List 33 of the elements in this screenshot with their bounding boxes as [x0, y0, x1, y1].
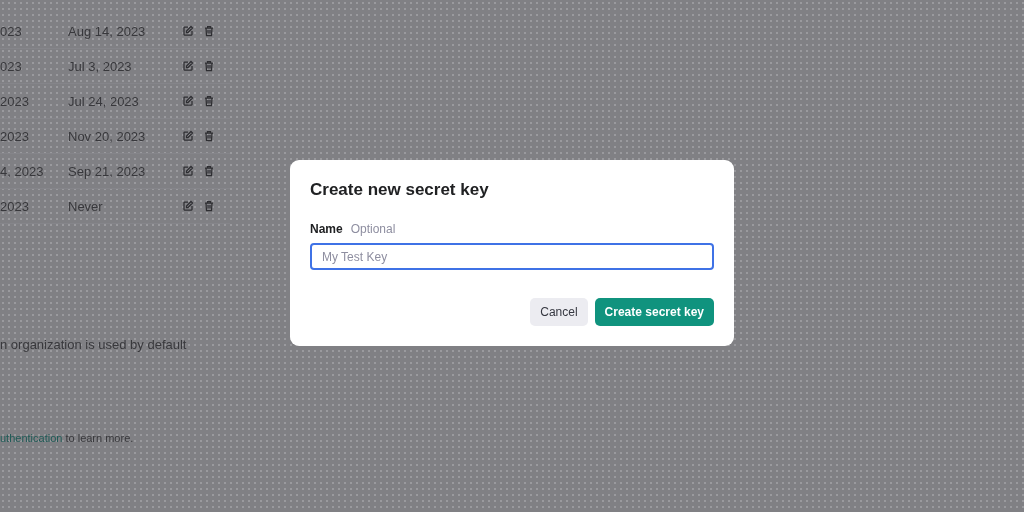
field-label: Name — [310, 222, 343, 236]
edit-icon[interactable] — [182, 25, 194, 37]
trash-icon[interactable] — [203, 95, 215, 107]
dialog-title: Create new secret key — [310, 180, 490, 200]
edit-icon[interactable] — [182, 95, 194, 107]
edit-icon[interactable] — [182, 60, 194, 72]
table-cell-text: Sep 21, 2023 — [68, 163, 147, 179]
create-button[interactable]: Create secret key — [594, 298, 714, 326]
table-cell-text: Nov 20, 2023 — [68, 128, 147, 144]
table-cell-text: Never — [68, 198, 104, 214]
auth-note: uthentication to learn more. — [0, 432, 135, 444]
table-cell-text: 2023 — [0, 93, 30, 109]
table-cell-text: Aug 14, 2023 — [68, 23, 147, 39]
table-cell-text: 2023 — [0, 198, 30, 214]
auth-link[interactable]: uthentication — [0, 432, 63, 444]
table-cell-text: 2023 — [0, 128, 30, 144]
cancel-button[interactable]: Cancel — [530, 298, 588, 326]
organization-note: n organization is used by default — [0, 337, 188, 352]
table-cell-text: Jul 24, 2023 — [68, 93, 140, 109]
trash-icon[interactable] — [203, 25, 215, 37]
field-hint: Optional — [350, 222, 396, 236]
name-input-field[interactable]: My Test Key — [310, 243, 714, 270]
trash-icon[interactable] — [203, 200, 215, 212]
edit-icon[interactable] — [182, 200, 194, 212]
edit-icon[interactable] — [182, 130, 194, 142]
trash-icon[interactable] — [203, 165, 215, 177]
table-cell-text: Jul 3, 2023 — [68, 58, 133, 74]
trash-icon[interactable] — [203, 60, 215, 72]
table-cell-text: 023 — [0, 23, 23, 39]
table-cell-text: 4, 2023 — [0, 163, 45, 179]
edit-icon[interactable] — [182, 165, 194, 177]
table-cell-text: 023 — [0, 58, 23, 74]
trash-icon[interactable] — [203, 130, 215, 142]
